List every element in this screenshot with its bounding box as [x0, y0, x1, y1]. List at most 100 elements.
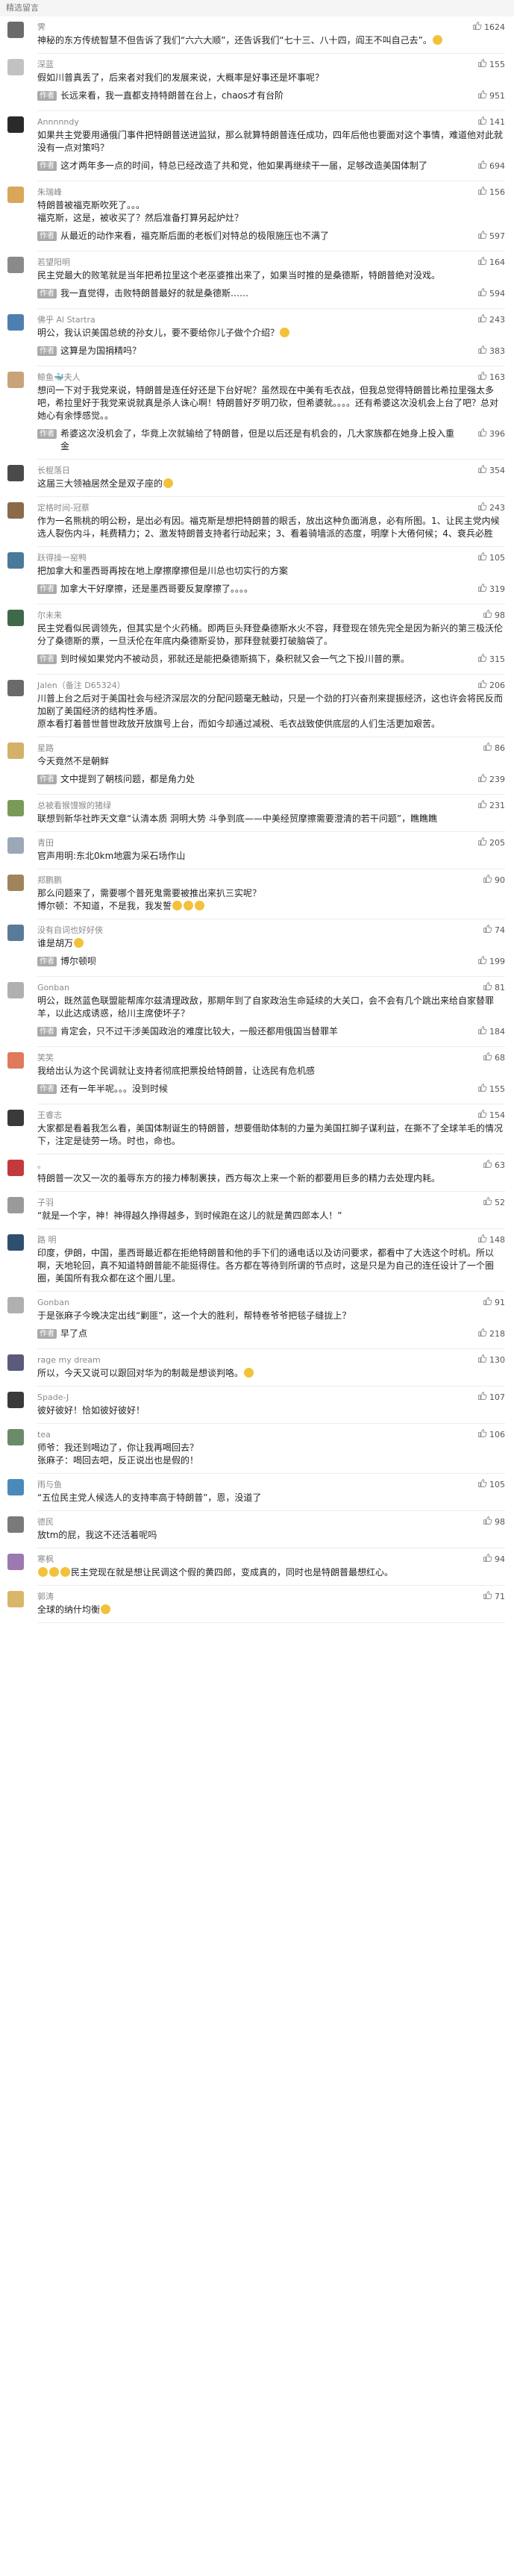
avatar[interactable]: [7, 1160, 24, 1176]
avatar[interactable]: [7, 314, 24, 331]
avatar[interactable]: [7, 875, 24, 891]
avatar[interactable]: [7, 680, 24, 696]
comment-username[interactable]: 路 明: [37, 1234, 57, 1245]
comment-username[interactable]: Spade-J: [37, 1392, 69, 1402]
like-button[interactable]: 156: [477, 186, 505, 198]
comment-username[interactable]: 王睿志: [37, 1109, 62, 1121]
like-button[interactable]: 205: [477, 837, 505, 848]
comment-username[interactable]: 佛乎 Al Startra: [37, 313, 95, 325]
reply-like-button[interactable]: 694: [477, 160, 505, 172]
like-button[interactable]: 91: [483, 1296, 505, 1308]
like-button[interactable]: 81: [483, 981, 505, 993]
avatar[interactable]: [7, 982, 24, 998]
comment-username[interactable]: 郑鹏鹏: [37, 874, 62, 886]
avatar[interactable]: [7, 1479, 24, 1495]
avatar[interactable]: [7, 743, 24, 759]
comment-username[interactable]: Jalen（备注 D65324）: [37, 679, 125, 691]
avatar[interactable]: [7, 552, 24, 569]
avatar[interactable]: [7, 610, 24, 626]
avatar[interactable]: [7, 502, 24, 519]
comment-username[interactable]: 鲸鱼🐳夫人: [37, 371, 81, 383]
avatar[interactable]: [7, 187, 24, 203]
avatar[interactable]: [7, 22, 24, 38]
like-button[interactable]: 106: [477, 1428, 505, 1440]
comment-username[interactable]: 霁: [37, 21, 46, 33]
avatar[interactable]: [7, 1297, 24, 1313]
comment-username[interactable]: 没有自词也好好俠: [37, 924, 103, 936]
avatar[interactable]: [7, 1516, 24, 1533]
avatar[interactable]: [7, 837, 24, 854]
reply-like-button[interactable]: 315: [477, 653, 505, 665]
comment-username[interactable]: 尔未来: [37, 609, 62, 621]
avatar[interactable]: [7, 1052, 24, 1069]
avatar[interactable]: [7, 1197, 24, 1213]
comment-username[interactable]: tea: [37, 1430, 51, 1439]
like-button[interactable]: 1624: [472, 21, 505, 33]
like-button[interactable]: 71: [483, 1590, 505, 1602]
like-button[interactable]: 98: [483, 609, 505, 621]
like-button[interactable]: 107: [477, 1391, 505, 1403]
comment-username[interactable]: 若望阳明: [37, 256, 70, 268]
like-button[interactable]: 243: [477, 313, 505, 325]
reply-like-button[interactable]: 396: [477, 428, 505, 440]
like-button[interactable]: 164: [477, 256, 505, 268]
comment-username[interactable]: Annnnndy: [37, 117, 79, 127]
like-button[interactable]: 130: [477, 1354, 505, 1366]
comment-username[interactable]: 长棍落日: [37, 464, 70, 476]
like-button[interactable]: 63: [483, 1159, 505, 1171]
comment-username[interactable]: Gonban: [37, 1298, 69, 1307]
comment-username[interactable]: 雨与鱼: [37, 1478, 62, 1490]
comment-username[interactable]: 总被看猴馒猴的猪绿: [37, 799, 111, 811]
like-button[interactable]: 243: [477, 501, 505, 513]
avatar[interactable]: [7, 465, 24, 481]
like-button[interactable]: 206: [477, 679, 505, 691]
comment-username[interactable]: Gonban: [37, 983, 69, 992]
like-button[interactable]: 105: [477, 551, 505, 563]
like-button[interactable]: 94: [483, 1553, 505, 1565]
comment-username[interactable]: 德民: [37, 1516, 54, 1528]
like-button[interactable]: 68: [483, 1051, 505, 1063]
reply-like-button[interactable]: 218: [477, 1328, 505, 1339]
comment-username[interactable]: 星路: [37, 742, 54, 754]
avatar[interactable]: [7, 59, 24, 75]
reply-like-button[interactable]: 184: [477, 1025, 505, 1037]
reply-like-button[interactable]: 239: [477, 773, 505, 785]
comment-username[interactable]: rage my dream: [37, 1355, 101, 1365]
comment-username[interactable]: 子羽: [37, 1196, 54, 1208]
like-button[interactable]: 74: [483, 924, 505, 936]
avatar[interactable]: [7, 1110, 24, 1126]
comment-username[interactable]: 跃得操一窑鸭: [37, 551, 87, 563]
like-button[interactable]: 98: [483, 1516, 505, 1528]
like-button[interactable]: 354: [477, 464, 505, 476]
comment-username[interactable]: 定格时间-冠蔡: [37, 501, 90, 513]
like-button[interactable]: 141: [477, 116, 505, 128]
like-button[interactable]: 231: [477, 799, 505, 811]
like-button[interactable]: 105: [477, 1478, 505, 1490]
like-button[interactable]: 90: [483, 874, 505, 886]
avatar[interactable]: [7, 1392, 24, 1408]
like-button[interactable]: 148: [477, 1234, 505, 1245]
avatar[interactable]: [7, 1591, 24, 1607]
comment-username[interactable]: 笑笑: [37, 1051, 54, 1063]
avatar[interactable]: [7, 1429, 24, 1445]
avatar[interactable]: [7, 1354, 24, 1371]
like-button[interactable]: 154: [477, 1109, 505, 1121]
avatar[interactable]: [7, 116, 24, 133]
comment-username[interactable]: 深蓝: [37, 58, 54, 70]
like-button[interactable]: 163: [477, 371, 505, 383]
avatar[interactable]: [7, 800, 24, 816]
avatar[interactable]: [7, 372, 24, 388]
like-button[interactable]: 52: [483, 1196, 505, 1208]
comment-username[interactable]: 。: [37, 1159, 46, 1171]
comment-username[interactable]: 青田: [37, 837, 54, 848]
comment-username[interactable]: 朱瑞峰: [37, 186, 62, 198]
reply-like-button[interactable]: 199: [477, 955, 505, 967]
avatar[interactable]: [7, 1554, 24, 1570]
reply-like-button[interactable]: 383: [477, 345, 505, 357]
reply-like-button[interactable]: 155: [477, 1083, 505, 1095]
like-button[interactable]: 155: [477, 58, 505, 70]
avatar[interactable]: [7, 925, 24, 941]
avatar[interactable]: [7, 257, 24, 273]
reply-like-button[interactable]: 319: [477, 583, 505, 595]
like-button[interactable]: 86: [483, 742, 505, 754]
